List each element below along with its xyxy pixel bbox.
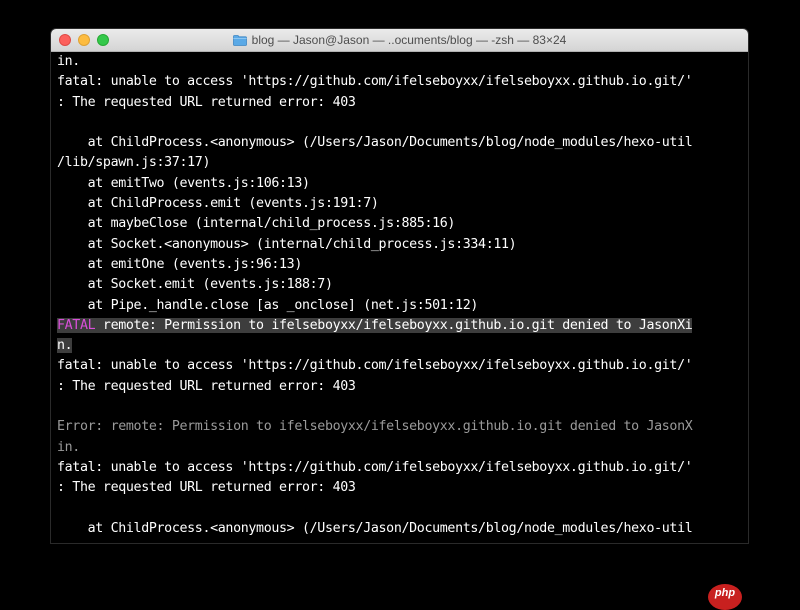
terminal-line-text: in. (57, 54, 80, 69)
terminal-line: FATAL remote: Permission to ifelseboyxx/… (57, 316, 748, 336)
terminal-line-text: at Socket.emit (events.js:188:7) (57, 277, 333, 292)
terminal-line-text: at emitOne (events.js:96:13) (57, 257, 302, 272)
terminal-line: : The requested URL returned error: 403 (57, 478, 748, 498)
terminal-line: fatal: unable to access 'https://github.… (57, 458, 748, 478)
terminal-line: at Socket.emit (events.js:188:7) (57, 275, 748, 295)
terminal-line-text: : The requested URL returned error: 403 (57, 379, 356, 394)
terminal-line: n. (57, 336, 748, 356)
terminal-line-text: /lib/spawn.js:37:17) (57, 155, 210, 170)
terminal-line: at emitTwo (events.js:106:13) (57, 174, 748, 194)
terminal-line: at Pipe._handle.close [as _onclose] (net… (57, 296, 748, 316)
terminal-line: : The requested URL returned error: 403 (57, 377, 748, 397)
terminal-line: at emitOne (events.js:96:13) (57, 255, 748, 275)
terminal-line-text: at ChildProcess.<anonymous> (/Users/Jaso… (57, 521, 692, 536)
terminal-line-text: : The requested URL returned error: 403 (57, 480, 356, 495)
terminal-line: at Socket.<anonymous> (internal/child_pr… (57, 235, 748, 255)
terminal-line: : The requested URL returned error: 403 (57, 93, 748, 113)
terminal-line: in. (57, 52, 748, 72)
terminal-line (57, 499, 748, 519)
watermark-text: php (715, 587, 735, 599)
terminal-line-text: : The requested URL returned error: 403 (57, 95, 356, 110)
terminal-line-text: n. (57, 338, 72, 353)
terminal-line-text: fatal: unable to access 'https://github.… (57, 358, 692, 373)
terminal-line: /lib/spawn.js:37:17) (57, 153, 748, 173)
terminal-line: at ChildProcess.<anonymous> (/Users/Jaso… (57, 519, 748, 539)
terminal-line-text: at Pipe._handle.close [as _onclose] (net… (57, 298, 478, 313)
terminal-line: fatal: unable to access 'https://github.… (57, 72, 748, 92)
window-title-area: blog — Jason@Jason — ..ocuments/blog — -… (51, 29, 748, 51)
terminal-line-text: at Socket.<anonymous> (internal/child_pr… (57, 237, 516, 252)
terminal-window: blog — Jason@Jason — ..ocuments/blog — -… (51, 29, 748, 543)
window-title: blog — Jason@Jason — ..ocuments/blog — -… (252, 33, 567, 47)
terminal-line: fatal: unable to access 'https://github.… (57, 356, 748, 376)
terminal-line-text: at emitTwo (events.js:106:13) (57, 176, 310, 191)
terminal-line (57, 113, 748, 133)
terminal-output[interactable]: in. fatal: unable to access 'https://gith… (51, 52, 748, 543)
terminal-line: at ChildProcess.<anonymous> (/Users/Jaso… (57, 133, 748, 153)
terminal-line: at maybeClose (internal/child_process.js… (57, 214, 748, 234)
terminal-line: Error: remote: Permission to ifelseboyxx… (57, 417, 748, 437)
terminal-line: at ChildProcess.emit (events.js:191:7) (57, 194, 748, 214)
terminal-line-text: at maybeClose (internal/child_process.js… (57, 216, 455, 231)
terminal-line-text: at ChildProcess.<anonymous> (/Users/Jaso… (57, 135, 692, 150)
terminal-line-text: at ChildProcess.emit (events.js:191:7) (57, 196, 379, 211)
terminal-line-text: in. (57, 440, 80, 455)
terminal-line: in. (57, 438, 748, 458)
title-bar[interactable]: blog — Jason@Jason — ..ocuments/blog — -… (51, 29, 748, 52)
terminal-line-text: FATAL (57, 318, 95, 333)
watermark-logo: php (708, 584, 742, 610)
terminal-line-text: fatal: unable to access 'https://github.… (57, 460, 692, 475)
terminal-line-text-rest: remote: Permission to ifelseboyxx/ifelse… (95, 318, 692, 333)
folder-icon (233, 35, 247, 46)
terminal-line (57, 397, 748, 417)
terminal-line-text: Error: remote: Permission to ifelseboyxx… (57, 419, 692, 434)
terminal-line-text: fatal: unable to access 'https://github.… (57, 74, 692, 89)
